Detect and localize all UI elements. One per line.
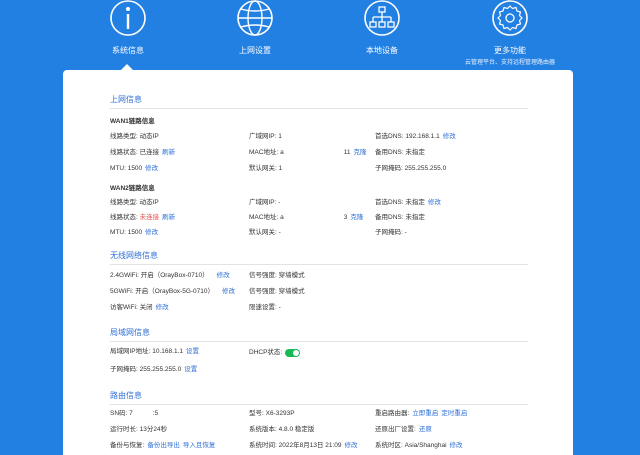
wan2-mask: 子网掩码: - [375, 229, 407, 236]
router-factory: 还原出厂设置: 还原 [375, 426, 432, 433]
wan2-dns-edit-link[interactable]: 修改 [428, 199, 441, 206]
wifi-rate-limit: 限速设置: - [249, 304, 281, 311]
wan1-mask: 子网掩码: 255.255.255.0 [375, 165, 447, 172]
nav-label-more-features: 更多功能 [494, 46, 526, 55]
wifi-5g-edit-link[interactable]: 修改 [222, 288, 235, 295]
wan1-mac: MAC地址: a 11 克隆 [249, 149, 367, 156]
wan1-title: WAN1链路信息 [110, 118, 155, 125]
router-backup: 备份与恢复: 备份出导出 导入且恢复 [110, 442, 216, 449]
network-icon [364, 0, 400, 36]
wan2-mtu-edit-link[interactable]: 修改 [145, 229, 158, 236]
lan-mask: 子网掩码: 255.255.255.0 设置 [110, 366, 198, 373]
wan1-wan-ip: 广域网IP: 1 [249, 133, 282, 140]
reboot-timer-link[interactable]: 定时重启 [441, 410, 467, 417]
router-model: 型号: X6-3293P [249, 410, 295, 417]
wan2-mac: MAC地址: a 3 克隆 [249, 214, 364, 221]
wan1-dns-edit-link[interactable]: 修改 [443, 133, 456, 140]
wifi-5g: 5GWiFi: 开启（OrayBox-5G-0710） 修改 [110, 288, 236, 295]
wan1-link-status: 线路状态: 已连接 刷新 [110, 149, 176, 156]
wifi-signal-5g: 信号强度: 穿墙模式 [249, 288, 305, 295]
router-uptime: 运行时长: 13分24秒 [110, 426, 168, 433]
router-time-edit-link[interactable]: 修改 [345, 442, 358, 449]
nav-label-local-devices: 本地设备 [366, 46, 398, 55]
lan-ip-set-link[interactable]: 设置 [186, 348, 199, 355]
top-nav: 系统信息 上网设置 本地设备 更多功能 云管理平台、支持远程管理路由器 [0, 0, 640, 70]
router-sn: SN码: 7:5 [110, 410, 159, 417]
factory-reset-link[interactable]: 还原 [419, 426, 432, 433]
wifi-24g: 2.4GWiFi: 开启（OrayBox-0710） 修改 [110, 272, 230, 279]
section-divider [110, 341, 528, 342]
wan2-status-value: 未连接 [139, 214, 160, 221]
nav-label-system-info: 系统信息 [112, 46, 144, 55]
wifi-guest: 访客WiFi: 关闭 修改 [110, 304, 169, 311]
section-divider [110, 108, 528, 109]
wan1-link-type: 线路类型: 动态IP [110, 133, 159, 140]
wan2-link-status: 线路状态: 未连接 刷新 [110, 214, 176, 221]
lan-ip: 局域网IP地址: 10.168.1.1 设置 [110, 348, 199, 355]
dhcp-toggle[interactable] [285, 349, 300, 357]
section-title-wireless: 无线网络信息 [110, 251, 158, 260]
wan1-refresh-link[interactable]: 刷新 [162, 149, 175, 156]
router-tz-edit-link[interactable]: 修改 [450, 442, 463, 449]
section-title-lan: 局域网信息 [110, 328, 150, 337]
section-divider [110, 264, 528, 265]
wan1-dns2: 备用DNS: 未指定 [375, 149, 425, 156]
backup-export-link[interactable]: 备份出导出 [147, 442, 180, 449]
router-reboot: 重启路由器: 立即重启 定时重启 [375, 410, 468, 417]
wan1-gateway: 默认网关: 1 [249, 165, 283, 172]
wan2-dns1: 首选DNS: 未指定 修改 [375, 199, 441, 206]
section-divider [110, 404, 528, 405]
wan1-mtu: MTU: 1500 修改 [110, 165, 159, 172]
wifi-guest-edit-link[interactable]: 修改 [156, 304, 169, 311]
nav-more-features[interactable]: 更多功能 云管理平台、支持远程管理路由器 [445, 0, 575, 68]
reboot-now-link[interactable]: 立即重启 [412, 410, 438, 417]
wifi-24g-edit-link[interactable]: 修改 [217, 272, 230, 279]
info-icon [110, 0, 146, 36]
wan2-title: WAN2链路信息 [110, 185, 155, 192]
wan2-link-type: 线路类型: 动态IP [110, 199, 159, 206]
section-title-internet: 上网信息 [110, 95, 142, 104]
dhcp-status-label: DHCP状态: [249, 349, 283, 356]
wan2-mac-clone-link[interactable]: 克隆 [350, 214, 363, 221]
wan1-dns1: 首选DNS: 192.168.1.1 修改 [375, 133, 456, 140]
router-timezone: 系统时区: Asia/Shanghai 修改 [375, 442, 463, 449]
wan2-gateway: 默认网关: - [249, 229, 281, 236]
wifi-signal-24g: 信号强度: 穿墙模式 [249, 272, 305, 279]
wan2-dns2: 备用DNS: 未指定 [375, 214, 425, 221]
router-version: 系统版本: 4.8.0 稳定版 [249, 426, 315, 433]
globe-icon [237, 0, 273, 36]
wan1-mtu-edit-link[interactable]: 修改 [145, 165, 158, 172]
nav-system-info[interactable]: 系统信息 [63, 0, 193, 60]
wan2-wan-ip: 广域网IP: - [249, 199, 281, 206]
gear-icon [492, 0, 528, 36]
wan2-mtu: MTU: 1500 修改 [110, 229, 159, 236]
nav-local-devices[interactable]: 本地设备 [317, 0, 447, 60]
nav-sub-more-features: 云管理平台、支持远程管理路由器 [464, 60, 555, 66]
router-time: 系统时间: 2022年8月13日 21:09 修改 [249, 442, 358, 449]
nav-internet-settings[interactable]: 上网设置 [190, 0, 320, 60]
section-title-router: 路由信息 [110, 391, 142, 400]
wan1-mac-clone-link[interactable]: 克隆 [353, 149, 366, 156]
lan-mask-set-link[interactable]: 设置 [184, 366, 197, 373]
backup-import-link[interactable]: 导入且恢复 [183, 442, 216, 449]
nav-label-internet-settings: 上网设置 [239, 46, 271, 55]
wan2-refresh-link[interactable]: 刷新 [162, 214, 175, 221]
main-panel: 上网信息 WAN1链路信息 线路类型: 动态IP 线路状态: 已连接 刷新 MTU… [63, 70, 573, 455]
